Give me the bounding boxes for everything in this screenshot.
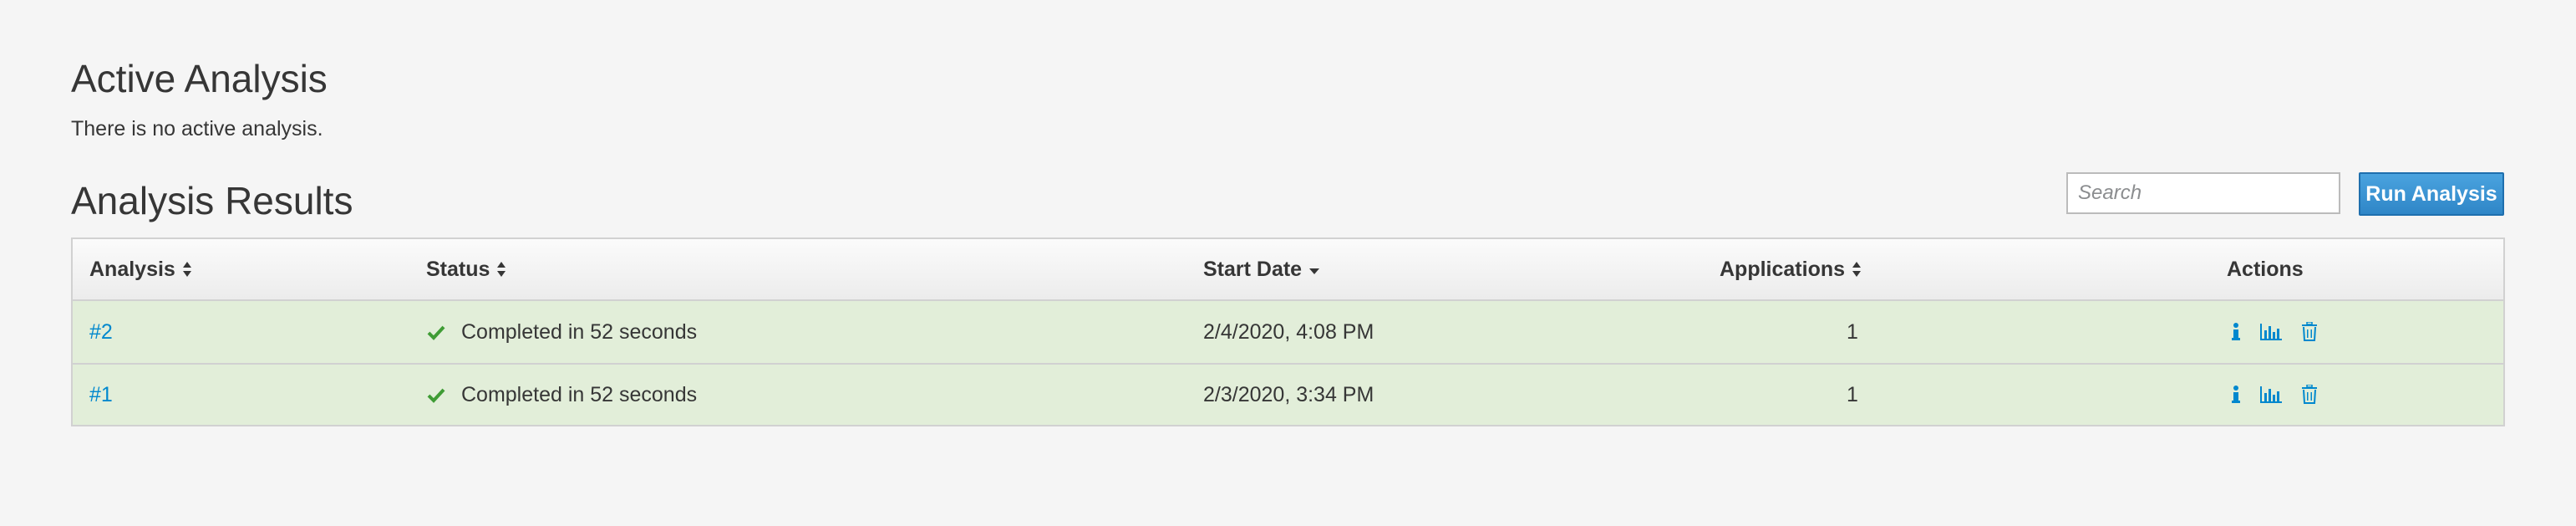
status-cell: Completed in 52 seconds bbox=[426, 301, 697, 363]
status-text: Completed in 52 seconds bbox=[461, 319, 698, 344]
row-actions bbox=[2231, 365, 2336, 425]
column-header-label: Analysis bbox=[89, 257, 175, 281]
start-date: 2/3/2020, 3:34 PM bbox=[1203, 382, 1374, 406]
analysis-results-heading: Analysis Results bbox=[71, 179, 353, 222]
bar-chart-icon[interactable] bbox=[2259, 385, 2283, 405]
table-header-row: Analysis Status Start Date Applications … bbox=[73, 239, 2503, 301]
bar-chart-icon[interactable] bbox=[2259, 322, 2283, 342]
check-icon bbox=[427, 325, 445, 340]
sort-desc-icon bbox=[1309, 268, 1320, 274]
sort-both-icon bbox=[182, 262, 191, 277]
status-cell: Completed in 52 seconds bbox=[426, 365, 697, 425]
column-header-label: Actions bbox=[2227, 257, 2304, 281]
trash-icon[interactable] bbox=[2301, 322, 2318, 342]
sort-both-icon bbox=[497, 262, 506, 277]
analysis-link[interactable]: #1 bbox=[89, 383, 113, 407]
column-header-applications[interactable]: Applications bbox=[1720, 239, 1862, 299]
search-input[interactable] bbox=[2066, 172, 2340, 214]
applications-count: 1 bbox=[1847, 382, 1858, 406]
row-actions bbox=[2231, 301, 2336, 363]
info-icon[interactable] bbox=[2231, 322, 2241, 342]
column-header-label: Start Date bbox=[1203, 257, 1303, 281]
active-analysis-message: There is no active analysis. bbox=[71, 117, 323, 140]
trash-icon[interactable] bbox=[2301, 385, 2318, 405]
column-header-analysis[interactable]: Analysis bbox=[89, 239, 192, 299]
applications-count: 1 bbox=[1847, 319, 1858, 344]
start-date: 2/4/2020, 4:08 PM bbox=[1203, 319, 1374, 344]
analysis-link[interactable]: #2 bbox=[89, 320, 113, 345]
table-row: #2 Completed in 52 seconds 2/4/2020, 4:0… bbox=[73, 301, 2503, 363]
sort-both-icon bbox=[1852, 262, 1862, 277]
active-analysis-heading: Active Analysis bbox=[71, 57, 328, 100]
column-header-start-date[interactable]: Start Date bbox=[1203, 239, 1320, 299]
info-icon[interactable] bbox=[2231, 385, 2241, 405]
column-header-label: Applications bbox=[1720, 257, 1846, 281]
page: Active Analysis There is no active analy… bbox=[0, 0, 2576, 526]
column-header-label: Status bbox=[426, 257, 490, 281]
status-text: Completed in 52 seconds bbox=[461, 382, 698, 406]
run-analysis-button[interactable]: Run Analysis bbox=[2359, 172, 2504, 216]
analysis-results-table: Analysis Status Start Date Applications … bbox=[71, 237, 2505, 426]
table-row: #1 Completed in 52 seconds 2/3/2020, 3:3… bbox=[73, 363, 2503, 425]
column-header-status[interactable]: Status bbox=[426, 239, 506, 299]
check-icon bbox=[427, 388, 445, 403]
column-header-actions: Actions bbox=[2156, 239, 2304, 299]
